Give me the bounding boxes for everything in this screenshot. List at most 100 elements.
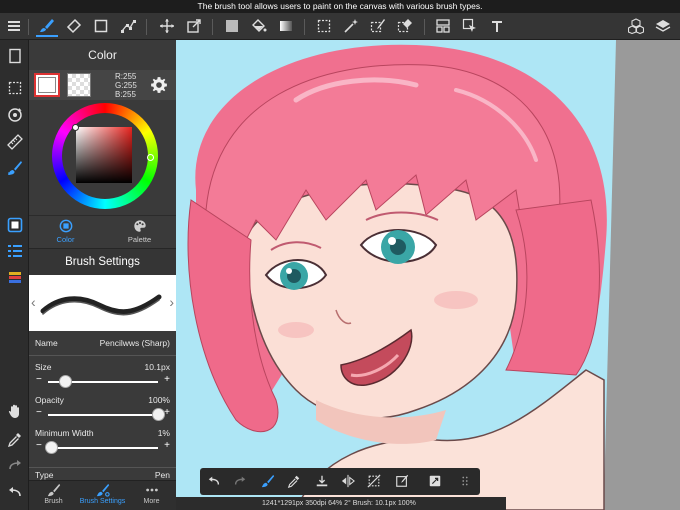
canvas-area[interactable] xyxy=(176,40,680,510)
select-eraser-icon[interactable] xyxy=(394,15,416,37)
bucket-icon[interactable] xyxy=(248,15,270,37)
page-icon[interactable] xyxy=(4,45,25,66)
brush-name-row[interactable]: Name Pencilwws (Sharp) xyxy=(29,338,176,356)
hand-icon[interactable] xyxy=(4,400,25,421)
materials-icon[interactable] xyxy=(625,15,647,37)
secondary-color-swatch[interactable] xyxy=(67,73,91,97)
brush-name-value[interactable]: Pencilwws (Sharp) xyxy=(100,338,170,348)
min-width-value: 1% xyxy=(157,428,170,438)
tab-brush-label: Brush xyxy=(44,498,63,505)
menu-icon[interactable] xyxy=(3,15,25,37)
select-rect-icon[interactable] xyxy=(313,15,335,37)
size-minus-button[interactable]: − xyxy=(36,374,42,385)
brush-tab-icon xyxy=(47,483,60,497)
stabilizer-icon[interactable] xyxy=(4,157,25,178)
fb-flip-icon[interactable] xyxy=(339,472,357,490)
eraser-icon[interactable] xyxy=(63,15,85,37)
redo-icon[interactable] xyxy=(4,454,25,475)
fb-edit-icon[interactable] xyxy=(393,472,411,490)
min-width-label: Minimum Width xyxy=(35,428,94,438)
ruler-icon[interactable] xyxy=(4,131,25,152)
brush-settings-title: Brush Settings xyxy=(29,248,176,275)
size-label: Size xyxy=(35,362,52,372)
fb-redo-icon[interactable] xyxy=(231,472,249,490)
layers-icon[interactable] xyxy=(652,15,674,37)
more-dots-icon xyxy=(145,488,158,492)
tab-color[interactable]: Color xyxy=(29,219,102,247)
type-value[interactable]: Pen xyxy=(155,470,170,480)
hue-picker-knob[interactable] xyxy=(147,154,154,161)
pointer-select-icon[interactable] xyxy=(459,15,481,37)
canvas-floating-toolbar xyxy=(200,468,480,495)
move-icon[interactable] xyxy=(156,15,178,37)
min-width-row: Minimum Width 1% − + xyxy=(29,428,176,458)
color-tab-icon xyxy=(59,219,72,233)
stroke-preview-graphic xyxy=(40,294,162,316)
tab-brush-settings-label: Brush Settings xyxy=(79,498,126,505)
artwork-canvas[interactable] xyxy=(176,40,616,510)
tab-more[interactable]: More xyxy=(127,483,176,505)
type-label: Type xyxy=(35,470,54,480)
tab-palette[interactable]: Palette xyxy=(103,219,176,247)
fb-undo-icon[interactable] xyxy=(205,472,223,490)
rgb-b: B:255 xyxy=(115,90,136,99)
fb-snap-icon[interactable] xyxy=(426,472,444,490)
text-icon[interactable] xyxy=(486,15,508,37)
fb-save-download-icon[interactable] xyxy=(313,472,331,490)
brush-icon[interactable] xyxy=(36,15,58,37)
size-slider[interactable] xyxy=(48,375,158,388)
tab-brush-settings[interactable]: Brush Settings xyxy=(78,483,127,505)
brush-stroke-preview: ‹ › xyxy=(29,275,176,331)
size-plus-button[interactable]: + xyxy=(164,374,170,385)
next-brush-arrow-icon[interactable]: › xyxy=(169,294,174,310)
color-panel-toggle-icon[interactable] xyxy=(4,214,25,235)
rotate-view-icon[interactable] xyxy=(4,104,25,125)
palette-icon xyxy=(133,220,146,232)
gradient-icon[interactable] xyxy=(275,15,297,37)
rgb-r: R:255 xyxy=(115,72,137,81)
sv-picker-knob[interactable] xyxy=(72,124,79,131)
brush-list-icon[interactable] xyxy=(4,240,25,261)
layout-icon[interactable] xyxy=(432,15,454,37)
color-swatch-row: R:255 G:255 B:255 xyxy=(29,70,176,100)
opacity-row: Opacity 100% − + xyxy=(29,395,176,425)
eyedropper-icon[interactable] xyxy=(4,428,25,449)
color-wheel-area xyxy=(29,100,176,215)
fb-grid-handle-icon[interactable] xyxy=(456,472,474,490)
min-width-plus-button[interactable]: + xyxy=(164,440,170,451)
left-tool-rail xyxy=(0,40,29,510)
rgb-g: G:255 xyxy=(115,81,137,90)
status-tip: The brush tool allows users to paint on … xyxy=(0,0,680,13)
opacity-slider-knob[interactable] xyxy=(151,408,165,421)
transform-icon[interactable] xyxy=(183,15,205,37)
opacity-minus-button[interactable]: − xyxy=(36,407,42,418)
prev-brush-arrow-icon[interactable]: ‹ xyxy=(31,294,36,310)
primary-color-swatch[interactable] xyxy=(34,73,60,97)
opacity-slider[interactable] xyxy=(48,408,165,421)
vector-node-icon[interactable] xyxy=(117,15,139,37)
fb-deselect-icon[interactable] xyxy=(365,472,383,490)
select-pen-icon[interactable] xyxy=(367,15,389,37)
undo-icon[interactable] xyxy=(4,481,25,502)
color-palette-bars-icon[interactable] xyxy=(4,267,25,288)
selection-icon[interactable] xyxy=(4,77,25,98)
fb-eyedropper-icon[interactable] xyxy=(285,472,303,490)
magic-wand-icon[interactable] xyxy=(340,15,362,37)
fill-color-icon[interactable] xyxy=(221,15,243,37)
size-row: Size 10.1px − + xyxy=(29,362,176,392)
min-width-slider[interactable] xyxy=(44,441,158,454)
top-toolbar xyxy=(0,13,680,40)
opacity-plus-button[interactable]: + xyxy=(164,407,170,418)
fb-brush-icon[interactable] xyxy=(259,472,277,490)
saturation-value-box[interactable] xyxy=(76,127,132,183)
min-width-slider-knob[interactable] xyxy=(44,441,58,454)
size-slider-knob[interactable] xyxy=(59,375,73,388)
tab-palette-label: Palette xyxy=(127,235,152,244)
min-width-minus-button[interactable]: − xyxy=(36,440,42,451)
rect-shape-icon[interactable] xyxy=(90,15,112,37)
tab-more-label: More xyxy=(143,498,160,505)
size-value: 10.1px xyxy=(144,362,170,372)
gear-icon[interactable] xyxy=(150,76,168,94)
type-row[interactable]: Type Pen xyxy=(29,467,176,481)
tab-brush[interactable]: Brush xyxy=(29,483,78,505)
